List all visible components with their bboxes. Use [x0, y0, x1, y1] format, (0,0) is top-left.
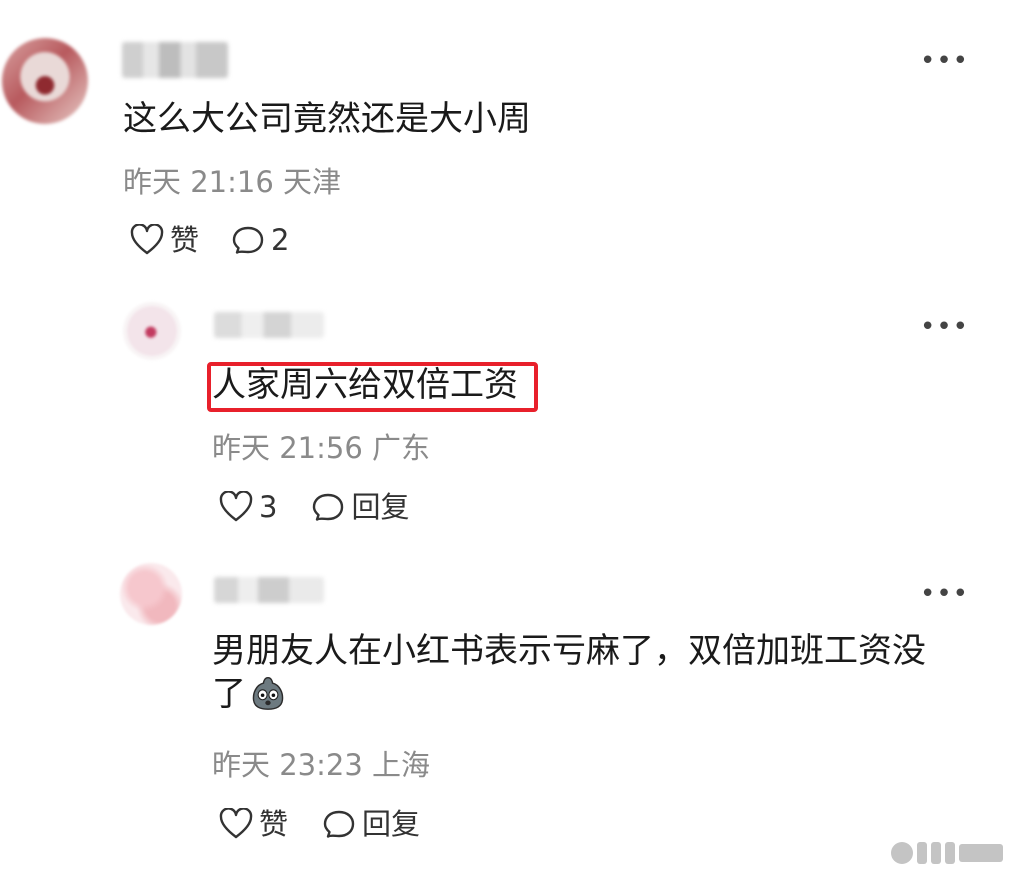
reply-meta: 昨天 23:23 上海 — [212, 751, 430, 780]
username-blurred[interactable] — [214, 312, 324, 338]
avatar[interactable] — [2, 38, 88, 124]
reply-actions: 3 回复 — [219, 491, 409, 523]
comment-meta: 昨天 21:16 天津 — [123, 168, 341, 197]
reply-label: 回复 — [362, 806, 421, 841]
username-blurred[interactable] — [214, 577, 324, 603]
reply-location: 广东 — [372, 431, 431, 465]
reply-actions: 赞 回复 — [219, 808, 420, 840]
reply-button[interactable]: 回复 — [322, 808, 420, 840]
comment-bubble-icon — [323, 810, 355, 838]
heart-icon — [219, 491, 253, 522]
comment-actions: 赞 2 — [130, 224, 289, 256]
reply-time: 昨天 21:56 — [212, 431, 363, 465]
reply-text: 男朋友人在小红书表示亏麻了，双倍加班工资没 了 — [212, 630, 972, 715]
reply-count: 2 — [271, 222, 290, 257]
more-icon[interactable]: ••• — [920, 48, 969, 74]
reply-text-line2: 了 — [212, 673, 972, 716]
reply-button[interactable]: 回复 — [311, 491, 409, 523]
reply-text-line2-text: 了 — [212, 673, 246, 714]
like-count: 3 — [259, 489, 278, 524]
avatar[interactable] — [123, 302, 181, 360]
avatar[interactable] — [120, 563, 182, 625]
like-label: 赞 — [170, 222, 200, 257]
reply-location: 上海 — [372, 748, 431, 782]
comment-bubble-icon — [313, 493, 344, 521]
heart-icon — [219, 808, 253, 839]
like-button[interactable]: 赞 — [130, 224, 199, 256]
more-icon[interactable]: ••• — [920, 314, 969, 340]
comment-location: 天津 — [283, 165, 342, 199]
reply-text-line1: 男朋友人在小红书表示亏麻了，双倍加班工资没 — [212, 631, 926, 671]
like-button[interactable]: 3 — [219, 491, 277, 523]
more-icon[interactable]: ••• — [920, 581, 969, 607]
highlight-box — [207, 362, 538, 412]
reply-label: 回复 — [351, 489, 410, 524]
comment-bubble-icon — [232, 226, 264, 254]
comment-text: 这么大公司竟然还是大小周 — [123, 99, 531, 139]
username-blurred[interactable] — [122, 42, 228, 78]
reply-button[interactable]: 2 — [231, 224, 289, 256]
like-button[interactable]: 赞 — [219, 808, 288, 840]
heart-icon — [130, 224, 164, 255]
like-label: 赞 — [259, 806, 289, 841]
comment-time: 昨天 21:16 — [123, 165, 274, 199]
shocked-face-emoji — [252, 676, 284, 710]
watermark — [891, 842, 1003, 864]
reply-time: 昨天 23:23 — [212, 748, 363, 782]
reply-meta: 昨天 21:56 广东 — [212, 434, 430, 463]
